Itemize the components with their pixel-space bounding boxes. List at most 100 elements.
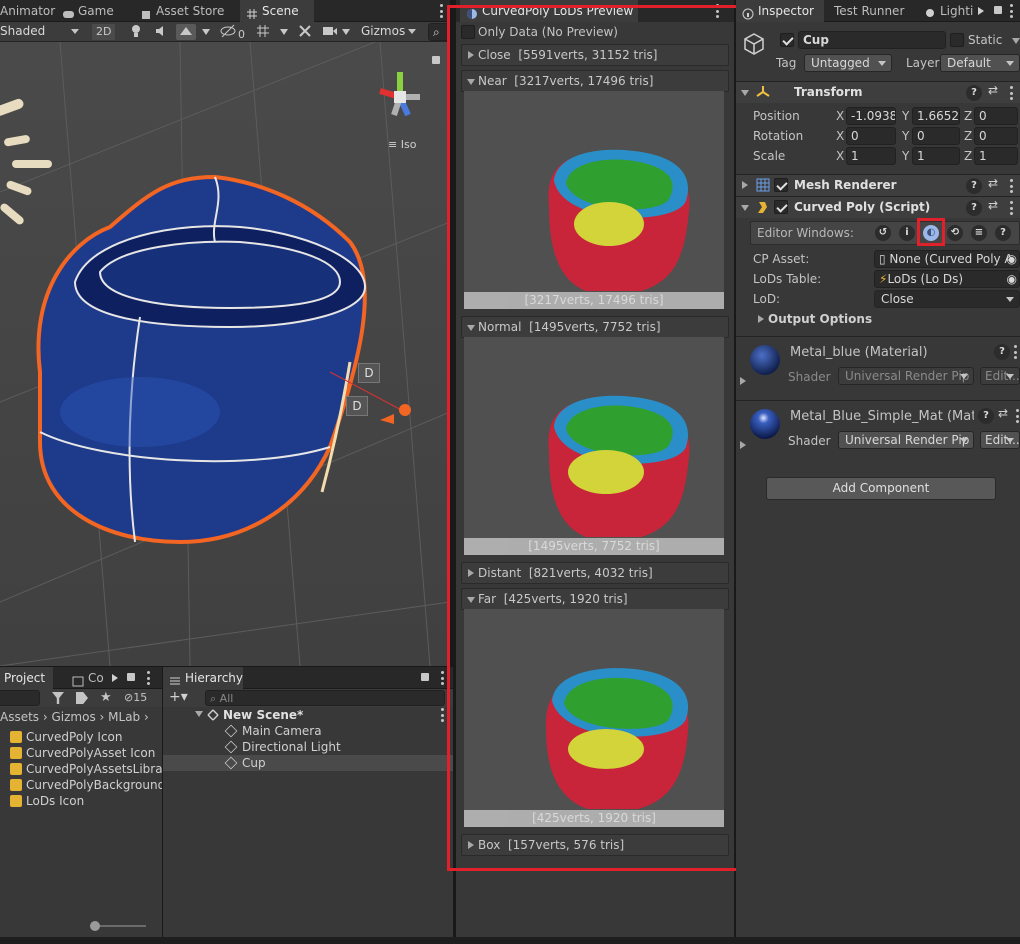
hierarchy-item[interactable]: Directional Light <box>224 739 341 755</box>
lock-icon[interactable] <box>432 56 440 64</box>
asset-library-icon[interactable]: ↺ <box>875 225 891 241</box>
curved-poly-header[interactable]: Curved Poly (Script) ? ⇄ <box>736 196 1020 218</box>
help-circle-icon[interactable]: ? <box>995 225 1011 241</box>
position-x-field[interactable]: -1.0938 <box>846 107 896 125</box>
effects-toggle-icon[interactable] <box>176 24 196 40</box>
gizmos-dropdown[interactable]: Gizmos <box>355 23 421 41</box>
edit-shader-button[interactable]: Edit... <box>980 431 1020 449</box>
scene-root-item[interactable]: New Scene* <box>195 707 444 723</box>
perspective-label[interactable]: ≡ Iso <box>388 138 416 151</box>
component-enabled-checkbox[interactable] <box>774 200 788 214</box>
component-enabled-checkbox[interactable] <box>774 178 788 192</box>
history-icon[interactable]: ⟲ <box>947 225 963 241</box>
help-icon[interactable]: ? <box>966 200 982 216</box>
help-icon[interactable]: ? <box>994 344 1010 360</box>
mesh-renderer-header[interactable]: Mesh Renderer ? ⇄ <box>736 174 1020 196</box>
scale-y-field[interactable]: 1 <box>912 147 960 165</box>
material-menu-icon[interactable] <box>1016 409 1020 423</box>
list-item[interactable]: CurvedPolyAssetsLibrar <box>10 761 162 777</box>
rotation-z-field[interactable]: 0 <box>974 127 1018 145</box>
layer-dropdown[interactable]: Default <box>940 54 1020 72</box>
static-dropdown-icon[interactable] <box>1012 38 1020 44</box>
hierarchy-search-field[interactable]: ⌕ All <box>205 690 445 706</box>
help-icon[interactable]: ? <box>978 408 994 424</box>
tag-dropdown[interactable]: Untagged <box>804 54 892 72</box>
filter-by-label-icon[interactable] <box>76 692 88 704</box>
expand-arrow-icon[interactable] <box>195 711 203 717</box>
tools-icon[interactable] <box>298 24 312 40</box>
toggle-2d-button[interactable]: 2D <box>92 24 116 40</box>
fold-arrow-icon[interactable] <box>740 441 746 449</box>
camera-icon[interactable] <box>322 24 338 40</box>
tab-scroll-right-icon[interactable] <box>978 7 984 15</box>
object-picker-icon[interactable]: ◉ <box>1007 251 1017 267</box>
fold-arrow-icon[interactable] <box>741 205 749 211</box>
hidden-packages-icon[interactable]: ⊘15 <box>124 691 147 704</box>
scene-menu-icon[interactable] <box>440 4 444 18</box>
help-icon[interactable]: ? <box>966 178 982 194</box>
component-menu-icon[interactable] <box>1010 179 1014 193</box>
add-component-button[interactable]: Add Component <box>766 477 996 500</box>
position-z-field[interactable]: 0 <box>974 107 1018 125</box>
create-add-button[interactable]: +▾ <box>169 689 188 705</box>
fold-arrow-icon[interactable] <box>740 377 746 385</box>
object-name-field[interactable]: Cup <box>798 31 946 49</box>
tab-game[interactable]: Game <box>56 0 122 22</box>
shader-dropdown[interactable]: Universal Render Pip <box>838 431 974 449</box>
object-picker-icon[interactable]: ◉ <box>1007 271 1017 287</box>
grid-toggle-icon[interactable] <box>256 24 270 40</box>
slider-handle[interactable] <box>90 921 100 931</box>
fold-arrow-icon[interactable] <box>758 315 764 323</box>
presets-icon[interactable]: ⇄ <box>988 83 998 97</box>
presets-icon[interactable]: ⇄ <box>998 406 1008 420</box>
scale-z-field[interactable]: 1 <box>974 147 1018 165</box>
icon-size-slider[interactable] <box>90 921 146 931</box>
tab-lighting[interactable]: Lighti <box>918 0 978 22</box>
material-menu-icon[interactable] <box>1014 345 1018 359</box>
favorite-star-icon[interactable]: ★ <box>100 690 112 705</box>
edit-shader-button[interactable]: Edit... <box>980 367 1020 385</box>
filter-by-type-icon[interactable] <box>52 692 64 704</box>
component-menu-icon[interactable] <box>1010 201 1014 215</box>
presets-icon[interactable]: ⇄ <box>988 198 998 212</box>
breadcrumb-item[interactable]: Assets <box>0 710 39 724</box>
tab-hierarchy[interactable]: Hierarchy <box>163 667 243 689</box>
scene-viewport[interactable]: ≡ Iso D D <box>0 42 450 666</box>
list-item[interactable]: CurvedPolyAsset Icon <box>10 745 155 761</box>
list-item[interactable]: CurvedPoly Icon <box>10 729 123 745</box>
list-item[interactable]: LoDs Icon <box>10 793 84 809</box>
scale-x-field[interactable]: 1 <box>846 147 896 165</box>
transform-header[interactable]: Transform ? ⇄ <box>736 81 1020 103</box>
hierarchy-menu-icon[interactable] <box>441 671 445 685</box>
tab-project[interactable]: Project <box>0 667 54 689</box>
lock-icon[interactable] <box>127 673 135 681</box>
position-y-field[interactable]: 1.66528 <box>912 107 960 125</box>
tab-scene[interactable]: Scene <box>240 0 314 22</box>
lighting-toggle-icon[interactable] <box>130 24 142 40</box>
lock-icon[interactable] <box>421 673 429 681</box>
audio-toggle-icon[interactable] <box>154 24 168 40</box>
active-checkbox[interactable] <box>780 33 794 47</box>
tab-inspector[interactable]: Inspector <box>736 0 824 22</box>
breadcrumb-item[interactable]: MLab <box>108 710 140 724</box>
inspector-menu-icon[interactable] <box>1010 4 1014 18</box>
fold-arrow-icon[interactable] <box>741 90 749 96</box>
project-menu-icon[interactable] <box>147 671 151 685</box>
shader-dropdown[interactable]: Universal Render Pip <box>838 367 974 385</box>
hierarchy-item[interactable]: Main Camera <box>224 723 322 739</box>
info-icon[interactable]: i <box>899 225 915 241</box>
help-icon[interactable]: ? <box>966 85 982 101</box>
tab-asset-store[interactable]: Asset Store <box>134 0 232 22</box>
static-checkbox[interactable] <box>950 33 964 47</box>
list-item[interactable]: CurvedPolyBackgrounds <box>10 777 162 793</box>
cp-asset-field[interactable]: ▯ None (Curved Poly A ◉ <box>874 250 1020 268</box>
scene-menu-icon[interactable] <box>441 708 445 722</box>
hierarchy-item[interactable]: Cup <box>224 755 266 771</box>
breadcrumb-item[interactable]: Gizmos <box>52 710 96 724</box>
shading-mode-dropdown[interactable]: Shaded <box>0 23 84 41</box>
presets-icon[interactable]: ⇄ <box>988 176 998 190</box>
lod-dropdown[interactable]: Close <box>874 290 1020 308</box>
hidden-objects-icon[interactable]: 0 <box>220 24 245 41</box>
rotation-y-field[interactable]: 0 <box>912 127 960 145</box>
component-menu-icon[interactable] <box>1010 86 1014 100</box>
